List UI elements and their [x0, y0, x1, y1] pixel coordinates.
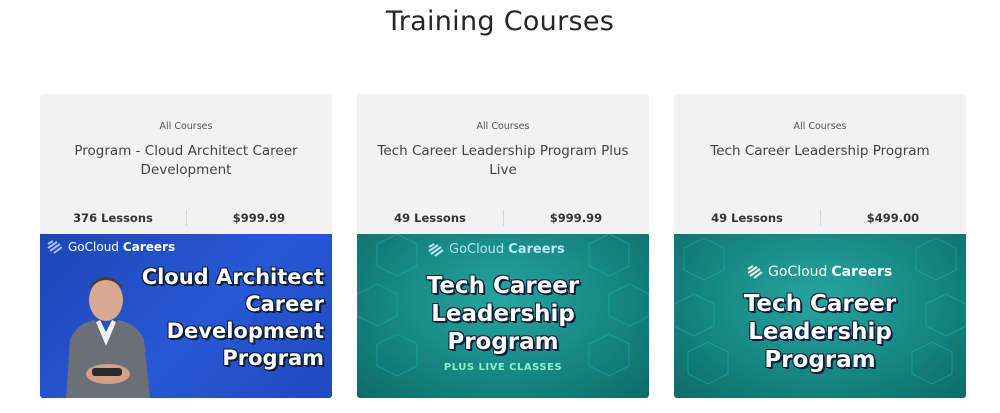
thumbnail-line: Cloud Architect: [141, 265, 324, 289]
course-card[interactable]: All Courses Tech Career Leadership Progr…: [357, 94, 649, 398]
thumbnail-line: Tech Career: [743, 291, 897, 317]
thumbnail-line: Program: [764, 347, 876, 373]
thumbnail-line: Career: [245, 292, 324, 316]
course-card[interactable]: All Courses Program - Cloud Architect Ca…: [40, 94, 332, 398]
page-title: Training Courses: [385, 6, 615, 37]
brand-prefix: GoCloud: [768, 264, 828, 280]
brand-suffix: Careers: [508, 242, 565, 257]
course-thumbnail[interactable]: GoCloud Careers Tech Career Leadership Pr…: [674, 234, 966, 398]
brand-suffix: Careers: [122, 240, 176, 254]
brand-logo: GoCloud Careers: [427, 242, 565, 257]
course-category[interactable]: All Courses: [674, 121, 966, 132]
thumbnail-line: Program: [222, 346, 324, 370]
thumbnail-line: Development: [166, 319, 324, 343]
thumbnail-line: Tech Career: [426, 273, 580, 299]
brand-logo: GoCloud Careers: [746, 264, 892, 280]
course-title[interactable]: Program - Cloud Architect Career Develop…: [58, 142, 314, 180]
course-price: $999.99: [232, 211, 286, 225]
course-thumbnail[interactable]: GoCloud Careers Tech Career Leadership Pr…: [357, 234, 649, 398]
thumbnail-heading: Tech Career Leadership Program: [357, 272, 649, 356]
thumbnail-line: Program: [447, 329, 559, 355]
brand-prefix: GoCloud: [68, 240, 119, 254]
gocloudcareers-logo-icon: [747, 265, 763, 279]
course-price: $999.99: [549, 211, 603, 225]
course-card[interactable]: All Courses Tech Career Leadership Progr…: [674, 94, 966, 398]
course-meta: 49 Lessons $999.99: [357, 206, 649, 230]
course-thumbnail[interactable]: GoCloud Careers Cloud Architect Career De…: [40, 234, 332, 398]
brand-logo: GoCloud Careers: [46, 240, 175, 254]
course-category[interactable]: All Courses: [357, 121, 649, 132]
course-price: $499.00: [866, 211, 920, 225]
lesson-count: 376 Lessons: [73, 211, 153, 225]
course-title[interactable]: Tech Career Leadership Program: [692, 142, 948, 161]
gocloudcareers-logo-icon: [47, 240, 63, 254]
brand-suffix: Careers: [831, 264, 893, 280]
course-title[interactable]: Tech Career Leadership Program Plus Live: [375, 142, 631, 180]
course-meta: 49 Lessons $499.00: [674, 206, 966, 230]
thumbnail-heading: Cloud Architect Career Development Progr…: [124, 264, 324, 372]
thumbnail-heading: Tech Career Leadership Program: [674, 290, 966, 374]
course-meta: 376 Lessons $999.99: [40, 206, 332, 230]
lesson-count: 49 Lessons: [394, 211, 466, 225]
gocloudcareers-logo-icon: [428, 242, 444, 257]
course-category[interactable]: All Courses: [40, 121, 332, 132]
thumbnail-line: Leadership: [431, 301, 575, 327]
brand-prefix: GoCloud: [449, 242, 505, 257]
lesson-count: 49 Lessons: [711, 211, 783, 225]
thumbnail-line: Leadership: [748, 319, 892, 345]
thumbnail-subtitle: PLUS LIVE CLASSES: [443, 362, 563, 373]
